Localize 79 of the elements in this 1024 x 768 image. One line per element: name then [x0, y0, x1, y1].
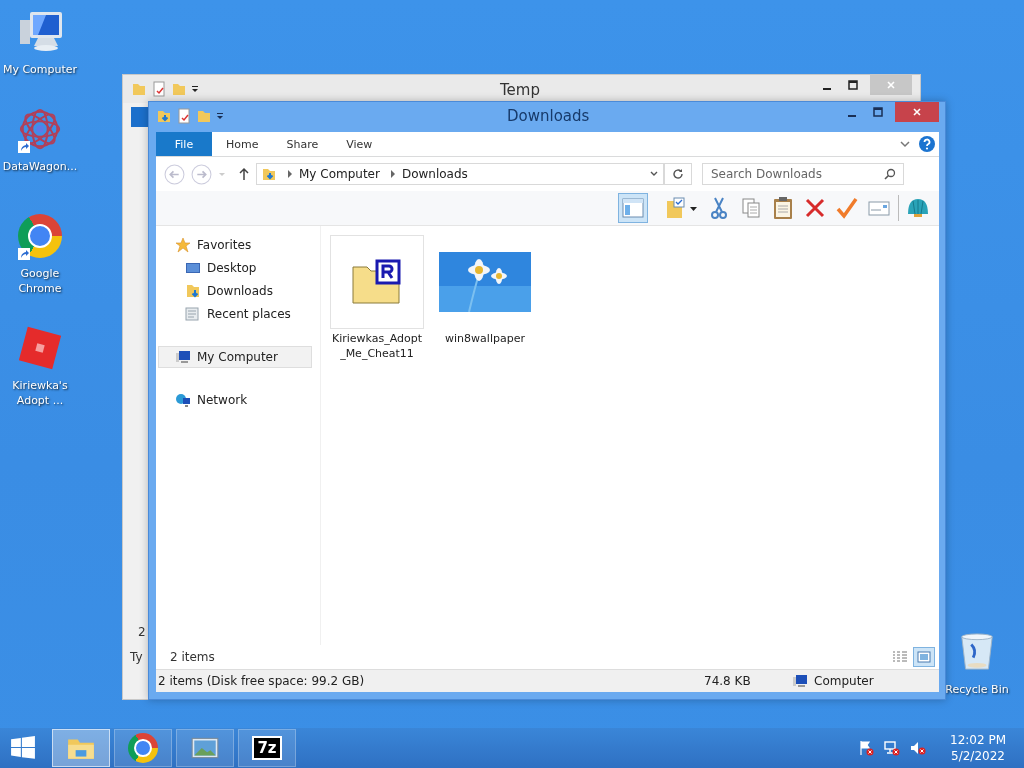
recent-places-icon [185, 306, 201, 322]
downloads-folder-icon [185, 283, 201, 299]
minimize-icon [848, 115, 856, 117]
ribbon-tab[interactable]: Home [212, 132, 273, 156]
layout-pane-icon [621, 196, 645, 220]
large-icons-icon [917, 651, 931, 663]
ribbon-tab[interactable]: View [332, 132, 387, 156]
close-icon [886, 80, 896, 90]
search-field[interactable]: Search Downloads [702, 163, 904, 185]
image-viewer-icon [190, 735, 220, 761]
status-size: 74.8 KB [704, 674, 752, 688]
nav-item[interactable]: Favorites [158, 234, 312, 256]
status-text: 2 items (Disk free space: 99.2 GB) [158, 674, 366, 688]
ribbon-tab[interactable]: Share [272, 132, 333, 156]
properties-icon[interactable] [151, 81, 167, 97]
taskbar-button[interactable]: 7z [238, 729, 296, 767]
folder-check-icon [665, 196, 699, 220]
taskbar-button[interactable] [176, 729, 234, 767]
refresh-icon [672, 168, 684, 180]
item-count: 2 [138, 625, 146, 639]
desktop-icon [185, 260, 201, 276]
clipboard-icon [771, 196, 795, 220]
chevron-down-icon[interactable] [899, 138, 911, 150]
computer-icon [792, 673, 808, 689]
taskbar-button[interactable] [52, 729, 110, 767]
details-list-icon [893, 651, 907, 663]
archive-folder-icon [351, 259, 403, 305]
speaker-muted-icon[interactable] [910, 740, 926, 756]
breadcrumb[interactable]: Downloads [401, 167, 468, 181]
breadcrumb-arrow-icon[interactable] [389, 170, 396, 178]
downloads-folder-icon[interactable] [156, 108, 172, 124]
column-header: Ty [130, 650, 143, 664]
dropdown-icon[interactable] [216, 112, 224, 120]
cross-icon [803, 196, 827, 220]
breadcrumb[interactable]: My Computer [299, 167, 380, 181]
shortcut-arrow-icon [18, 248, 30, 260]
up-arrow-icon[interactable] [238, 167, 250, 181]
maximize-icon [848, 80, 858, 90]
nav-item[interactable]: Downloads [158, 280, 312, 302]
item-count: 2 items [170, 650, 215, 664]
flag-alert-icon[interactable] [858, 740, 874, 756]
file-item[interactable]: win8wallpaper [437, 234, 533, 351]
clock-date[interactable]: 5/2/2022 [951, 748, 1005, 764]
computer-icon [175, 349, 191, 365]
browser-icon [128, 733, 158, 763]
dropdown-icon[interactable] [191, 85, 199, 93]
star-icon [175, 237, 191, 253]
downloads-folder-icon [261, 166, 277, 182]
maximize-icon [873, 107, 883, 117]
properties-icon[interactable] [176, 108, 192, 124]
checkmark-icon [835, 196, 859, 220]
minimize-icon [823, 88, 831, 90]
shortcut-arrow-icon [18, 141, 30, 153]
copy-icon [739, 196, 763, 220]
nav-item[interactable]: Desktop [158, 257, 312, 279]
network-icon [175, 392, 191, 408]
help-icon[interactable] [919, 136, 935, 152]
nav-item[interactable]: Network [158, 389, 312, 411]
close-icon [912, 107, 922, 117]
browser-icon[interactable] [18, 214, 62, 258]
nav-item[interactable]: My Computer [158, 346, 312, 368]
search-icon[interactable] [884, 168, 896, 180]
refresh-button[interactable] [664, 163, 692, 185]
nav-item[interactable]: Recent places [158, 303, 312, 325]
clock-time[interactable]: 12:02 PM [950, 732, 1006, 748]
layout-button[interactable] [618, 193, 648, 223]
close-button[interactable] [895, 102, 939, 122]
breadcrumb-arrow-icon[interactable] [287, 170, 293, 178]
large-icons-view-button[interactable] [913, 647, 935, 667]
status-location: Computer [814, 674, 874, 688]
shell-icon [906, 196, 930, 220]
taskbar-button[interactable] [114, 729, 172, 767]
address-bar[interactable]: My Computer Downloads [256, 163, 664, 185]
ribbon-tab[interactable]: File [156, 132, 212, 156]
start-windows-icon[interactable] [10, 735, 36, 761]
window-title: Downloads [507, 107, 590, 125]
ribbon-tab-strip [131, 107, 148, 127]
network-alert-icon[interactable] [884, 740, 900, 756]
window-title: Temp [500, 81, 540, 99]
